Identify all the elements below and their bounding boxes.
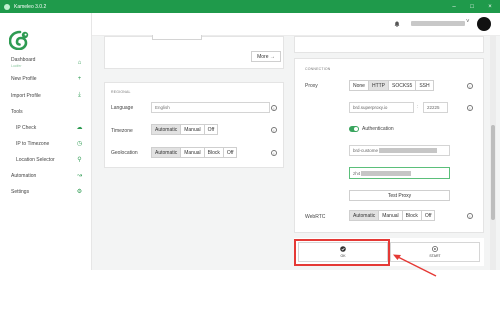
geolocation-option-automatic[interactable]: Automatic xyxy=(152,148,182,157)
close-icon[interactable]: × xyxy=(485,0,495,13)
authentication-toggle[interactable] xyxy=(349,126,359,132)
timezone-label: Timezone xyxy=(111,128,133,134)
sidebar-item-settings[interactable]: Settings ⚙ xyxy=(0,186,92,197)
top-bar: ˅ xyxy=(92,13,500,36)
connection-card: CONNECTION Proxy None HTTP SOCKS5 SSH i … xyxy=(294,58,484,233)
sidebar-item-dashboard[interactable]: Dashboard Lucifer ⌂ xyxy=(0,56,92,68)
proxy-option-ssh[interactable]: SSH xyxy=(416,81,432,90)
right-panel-top-card xyxy=(294,36,484,53)
geolocation-option-off[interactable]: Off xyxy=(224,148,237,157)
timezone-selector: Automatic Manual Off xyxy=(151,124,219,135)
info-icon[interactable]: i xyxy=(467,213,473,219)
webrtc-option-off[interactable]: Off xyxy=(422,211,435,220)
sidebar-item-label: Location Selector xyxy=(16,156,55,163)
password-redacted xyxy=(361,170,412,176)
password-visible-text: zh4 xyxy=(353,170,361,176)
download-icon: ⤓ xyxy=(78,92,81,98)
annotation-arrow-icon xyxy=(393,254,437,277)
sidebar-item-label: New Profile xyxy=(11,75,37,82)
geolocation-selector: Automatic Manual Block Off xyxy=(151,147,238,158)
sidebar-item-label: Import Profile xyxy=(11,92,41,99)
plus-icon: + xyxy=(77,75,82,82)
timezone-option-off[interactable]: Off xyxy=(205,125,218,134)
highlight-box xyxy=(294,239,390,266)
chart-icon: ↝ xyxy=(76,173,83,179)
proxy-username-field[interactable]: brd-custome xyxy=(349,145,450,156)
sidebar-item-label: Automation xyxy=(11,172,37,179)
geolocation-option-manual[interactable]: Manual xyxy=(181,148,205,157)
minimize-icon[interactable]: – xyxy=(449,0,459,13)
timezone-option-manual[interactable]: Manual xyxy=(181,125,205,134)
info-icon[interactable]: i xyxy=(271,105,277,111)
clock-icon: ◷ xyxy=(76,141,83,147)
sidebar-item-ip-to-timezone[interactable]: IP to Timezone ◷ xyxy=(0,138,92,149)
geolocation-option-block[interactable]: Block xyxy=(205,148,224,157)
section-title: CONNECTION xyxy=(305,67,331,71)
proxy-option-none[interactable]: None xyxy=(350,81,369,90)
webrtc-label: WebRTC xyxy=(305,214,326,220)
gear-icon: ⚙ xyxy=(76,189,83,195)
scrollbar-thumb[interactable] xyxy=(491,125,495,220)
maximize-icon[interactable]: □ xyxy=(467,0,477,13)
username-visible-text: brd-custome xyxy=(353,148,379,153)
sidebar-item-sublabel: Lucifer xyxy=(11,64,22,68)
home-icon: ⌂ xyxy=(77,59,82,66)
geolocation-label: Geolocation xyxy=(111,150,138,156)
language-label: Language xyxy=(111,105,134,111)
sidebar: Dashboard Lucifer ⌂ New Profile + Import… xyxy=(0,13,92,270)
proxy-password-field[interactable]: zh4 xyxy=(349,167,450,179)
app-window: Kameleo 3.0.2 – □ × Dashboard Lucifer ⌂ … xyxy=(0,0,500,270)
webrtc-option-automatic[interactable]: Automatic xyxy=(350,211,380,220)
proxy-type-selector: None HTTP SOCKS5 SSH xyxy=(349,80,434,91)
sidebar-item-automation[interactable]: Automation ↝ xyxy=(0,170,92,181)
more-button[interactable]: More → xyxy=(251,51,281,62)
info-icon[interactable]: i xyxy=(467,105,473,111)
proxy-label: Proxy xyxy=(305,83,318,89)
sidebar-item-label: Tools xyxy=(11,108,23,115)
chevron-down-icon[interactable]: ˅ xyxy=(466,19,470,25)
proxy-option-http[interactable]: HTTP xyxy=(368,81,390,90)
cloud-icon: ☁ xyxy=(76,125,83,131)
sidebar-item-label: Settings xyxy=(11,188,30,195)
proxy-port-field[interactable]: 22225 xyxy=(423,102,448,113)
host-port-separator: : xyxy=(417,104,419,110)
sidebar-item-location-selector[interactable]: Location Selector ⚲ xyxy=(0,154,92,165)
language-field[interactable] xyxy=(151,102,270,113)
timezone-option-automatic[interactable]: Automatic xyxy=(152,125,182,134)
sidebar-section-tools: Tools xyxy=(0,106,92,117)
field-fragment xyxy=(152,35,202,40)
bell-icon[interactable] xyxy=(394,21,400,27)
sidebar-item-new-profile[interactable]: New Profile + xyxy=(0,73,92,84)
sidebar-item-ip-check[interactable]: IP Check ☁ xyxy=(0,122,92,133)
webrtc-option-block[interactable]: Block xyxy=(403,211,422,220)
info-icon[interactable]: i xyxy=(271,150,277,156)
sidebar-item-import-profile[interactable]: Import Profile ⤓ xyxy=(0,90,92,101)
sidebar-item-label: IP to Timezone xyxy=(16,140,50,147)
avatar[interactable] xyxy=(477,17,491,31)
proxy-host-field[interactable]: brd.superproxy.io xyxy=(349,102,414,113)
title-bar: Kameleo 3.0.2 – □ × xyxy=(0,0,500,13)
username-redacted xyxy=(379,148,438,153)
left-panel-top-card: More → xyxy=(104,35,284,69)
pin-icon: ⚲ xyxy=(77,157,82,163)
chameleon-logo-icon xyxy=(9,30,29,50)
webrtc-option-manual[interactable]: Manual xyxy=(379,211,403,220)
proxy-option-socks5[interactable]: SOCKS5 xyxy=(389,81,417,90)
regional-card: REGIONAL Language i Timezone Automatic M… xyxy=(104,82,284,168)
authentication-label: Authentication xyxy=(362,126,394,132)
user-name-redacted[interactable] xyxy=(411,21,465,26)
app-icon xyxy=(4,3,10,10)
info-icon[interactable]: i xyxy=(271,127,277,133)
test-proxy-button[interactable]: Test Proxy xyxy=(349,190,450,201)
webrtc-selector: Automatic Manual Block Off xyxy=(349,210,436,221)
window-title: Kameleo 3.0.2 xyxy=(14,3,47,10)
sidebar-item-label: IP Check xyxy=(16,124,37,131)
sidebar-item-label: Dashboard xyxy=(11,57,36,63)
info-icon[interactable]: i xyxy=(467,83,473,89)
section-title: REGIONAL xyxy=(111,90,131,94)
